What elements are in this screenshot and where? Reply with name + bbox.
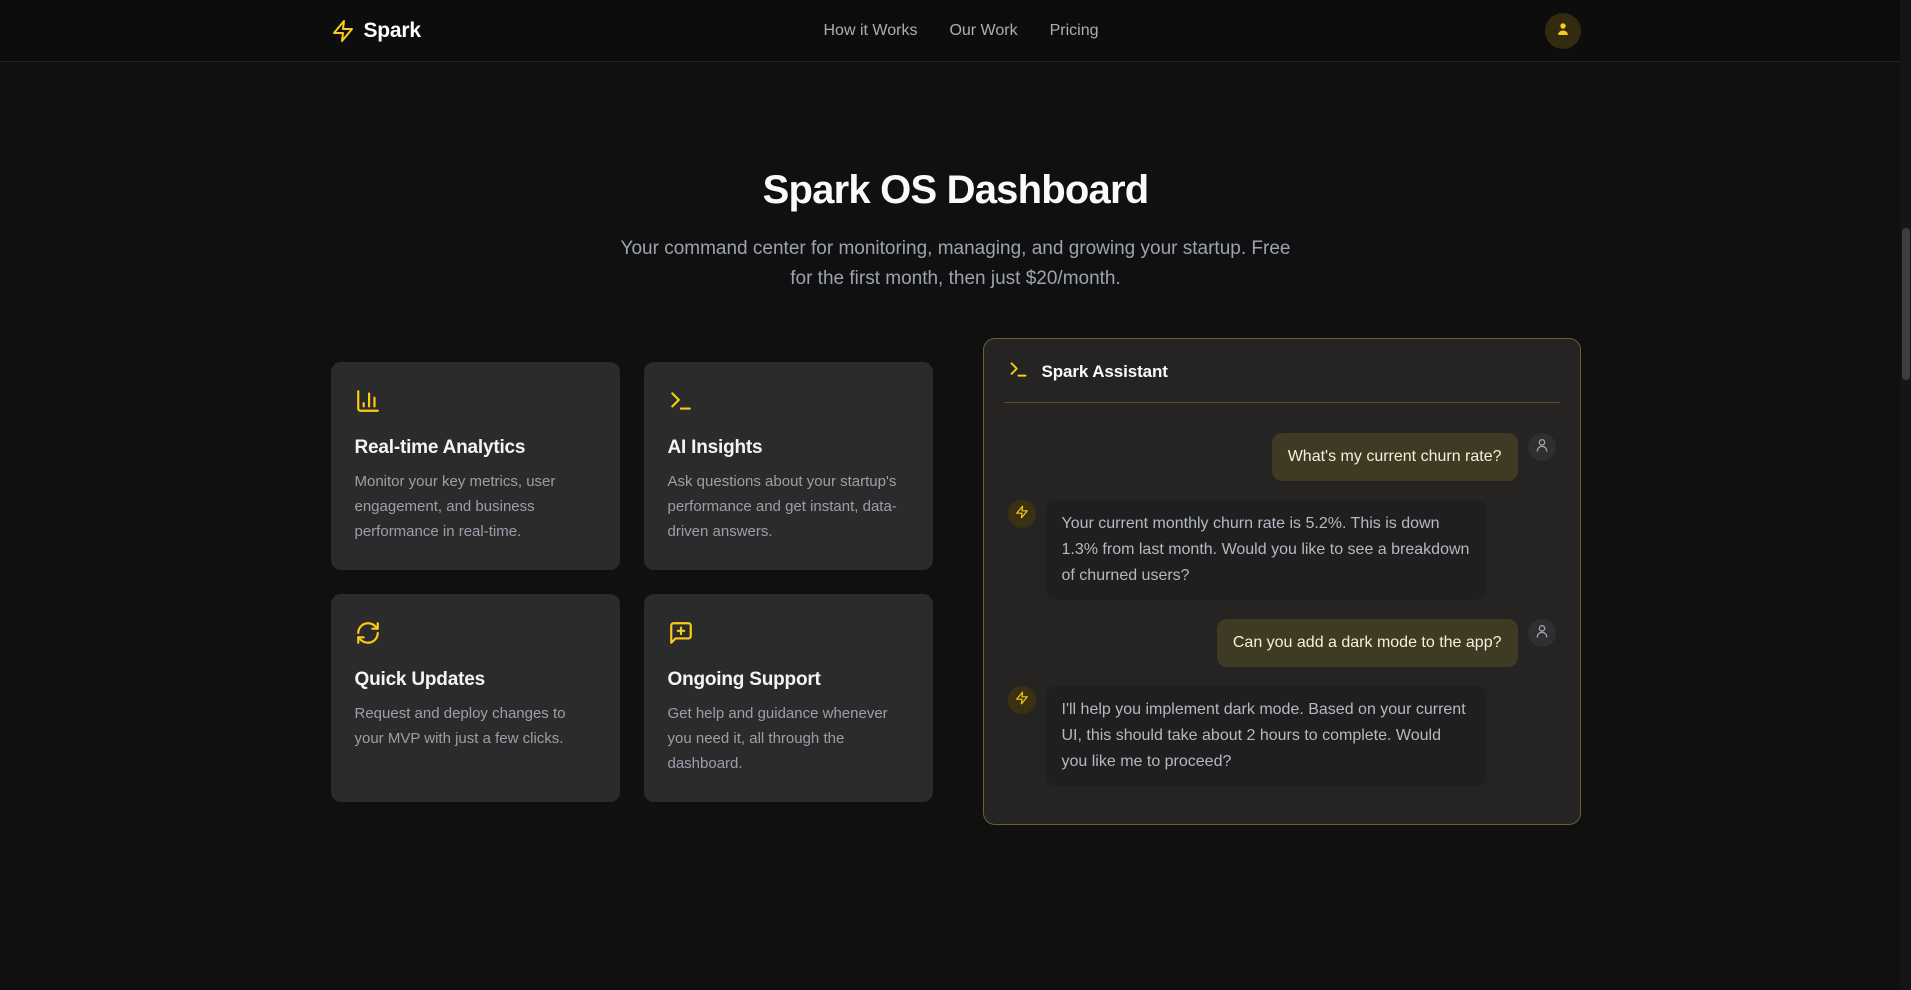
nav-link-pricing[interactable]: Pricing	[1050, 22, 1099, 40]
feature-description: Get help and guidance whenever you need …	[668, 701, 909, 776]
content-row: Real-time Analytics Monitor your key met…	[331, 338, 1581, 825]
user-avatar	[1528, 433, 1556, 461]
lightning-bolt-icon	[331, 19, 355, 43]
feature-card-quick-updates: Quick Updates Request and deploy changes…	[331, 594, 620, 802]
assistant-avatar	[1008, 686, 1036, 714]
feature-description: Monitor your key metrics, user engagemen…	[355, 469, 596, 544]
feature-card-ai-insights: AI Insights Ask questions about your sta…	[644, 362, 933, 570]
scrollbar-thumb[interactable]	[1902, 228, 1910, 380]
terminal-icon	[1008, 359, 1029, 385]
person-outline-icon	[1534, 623, 1550, 644]
user-avatar	[1528, 619, 1556, 647]
feature-description: Request and deploy changes to your MVP w…	[355, 701, 596, 751]
lightning-bolt-icon	[1015, 505, 1029, 524]
bar-chart-icon	[355, 388, 596, 419]
nav-link-how-it-works[interactable]: How it Works	[824, 22, 918, 40]
chat-message-user: Can you add a dark mode to the app?	[1008, 619, 1556, 667]
chat-message-user: What's my current churn rate?	[1008, 433, 1556, 481]
terminal-icon	[668, 388, 909, 419]
features-grid: Real-time Analytics Monitor your key met…	[331, 362, 933, 802]
assistant-message-bubble: I'll help you implement dark mode. Based…	[1046, 686, 1486, 786]
feature-title: Real-time Analytics	[355, 437, 596, 459]
lightning-bolt-icon	[1015, 691, 1029, 710]
user-message-bubble: What's my current churn rate?	[1272, 433, 1518, 481]
feature-title: Quick Updates	[355, 669, 596, 691]
user-message-bubble: Can you add a dark mode to the app?	[1217, 619, 1518, 667]
spark-assistant-panel: Spark Assistant What's my current churn …	[983, 338, 1581, 825]
navbar: Spark How it Works Our Work Pricing	[0, 0, 1911, 62]
chat-message-assistant: Your current monthly churn rate is 5.2%.…	[1008, 500, 1556, 600]
feature-title: Ongoing Support	[668, 669, 909, 691]
brand-logo[interactable]: Spark	[331, 19, 421, 43]
hero-section: Spark OS Dashboard Your command center f…	[0, 62, 1911, 294]
chat-messages: What's my current churn rate?	[984, 403, 1580, 824]
nav-link-our-work[interactable]: Our Work	[949, 22, 1017, 40]
feature-title: AI Insights	[668, 437, 909, 459]
assistant-avatar	[1008, 500, 1036, 528]
refresh-icon	[355, 620, 596, 651]
user-account-button[interactable]	[1545, 13, 1581, 49]
navbar-inner: Spark How it Works Our Work Pricing	[331, 0, 1581, 61]
scrollbar-track[interactable]	[1900, 0, 1911, 990]
person-outline-icon	[1534, 437, 1550, 458]
assistant-panel-title: Spark Assistant	[1042, 362, 1168, 382]
brand-name: Spark	[364, 19, 421, 43]
assistant-message-bubble: Your current monthly churn rate is 5.2%.…	[1046, 500, 1486, 600]
message-square-plus-icon	[668, 620, 909, 651]
assistant-panel-header: Spark Assistant	[984, 339, 1580, 402]
page-title: Spark OS Dashboard	[0, 166, 1911, 214]
person-icon	[1554, 20, 1572, 41]
chat-message-assistant: I'll help you implement dark mode. Based…	[1008, 686, 1556, 786]
feature-card-analytics: Real-time Analytics Monitor your key met…	[331, 362, 620, 570]
feature-description: Ask questions about your startup's perfo…	[668, 469, 909, 544]
nav-links: How it Works Our Work Pricing	[824, 22, 1099, 40]
page-subtitle: Your command center for monitoring, mana…	[611, 234, 1301, 294]
feature-card-ongoing-support: Ongoing Support Get help and guidance wh…	[644, 594, 933, 802]
